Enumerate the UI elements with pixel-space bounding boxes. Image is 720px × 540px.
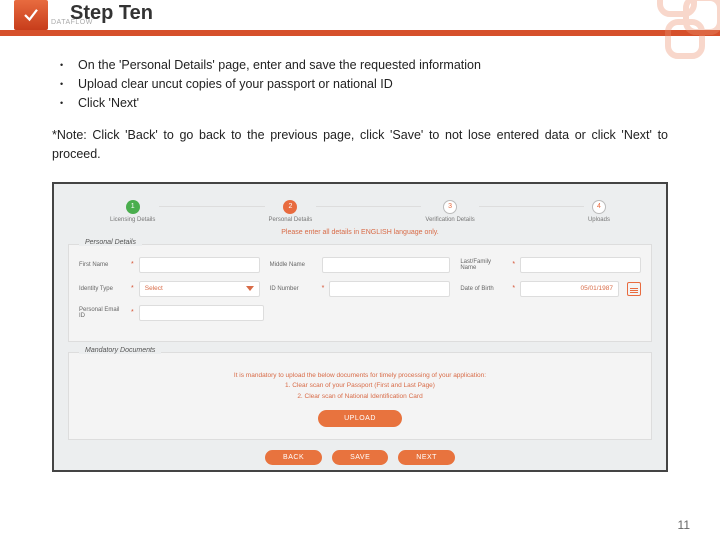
wizard-stepper: 1 Licensing Details 2 Personal Details 3…: [110, 200, 610, 223]
required-icon: *: [131, 285, 134, 292]
dob-label: Date of Birth: [460, 286, 508, 292]
step-circle: 2: [283, 200, 297, 214]
page-number: 11: [678, 518, 690, 532]
note-text: *Note: Click 'Back' to go back to the pr…: [52, 126, 668, 164]
panel-legend: Personal Details: [79, 239, 142, 246]
calendar-icon[interactable]: [627, 282, 641, 296]
required-icon: *: [512, 261, 515, 268]
identity-type-select[interactable]: Select: [139, 281, 260, 297]
save-button[interactable]: SAVE: [332, 450, 388, 465]
slide-content: On the 'Personal Details' page, enter an…: [0, 36, 720, 472]
last-name-label: Last/Family Name: [460, 259, 508, 271]
step-licensing[interactable]: 1 Licensing Details: [110, 200, 155, 223]
step-personal[interactable]: 2 Personal Details: [269, 200, 313, 223]
header-decoration: [610, 0, 720, 60]
id-number-label: ID Number: [270, 286, 318, 292]
step-label: Personal Details: [269, 217, 313, 223]
step-label: Licensing Details: [110, 217, 155, 223]
identity-type-label: Identity Type: [79, 286, 127, 292]
step-label: Uploads: [588, 217, 610, 223]
instruction-item: Upload clear uncut copies of your passpo…: [52, 75, 668, 94]
slide-header: DATAFLOW Step Ten: [0, 0, 720, 36]
last-name-input[interactable]: [520, 257, 641, 273]
instruction-list: On the 'Personal Details' page, enter an…: [52, 56, 668, 112]
upload-button[interactable]: UPLOAD: [318, 410, 402, 427]
first-name-label: First Name: [79, 262, 127, 268]
page-title: Step Ten: [70, 2, 153, 25]
dob-input[interactable]: 05/01/1987: [520, 281, 619, 297]
step-verification[interactable]: 3 Verification Details: [425, 200, 474, 223]
checkmark-icon: [22, 6, 40, 24]
step-circle: 1: [126, 200, 140, 214]
mandatory-documents-panel: Mandatory Documents It is mandatory to u…: [68, 352, 652, 440]
step-circle: 4: [592, 200, 606, 214]
personal-details-panel: Personal Details First Name* Middle Name…: [68, 244, 652, 342]
panel-legend: Mandatory Documents: [79, 347, 161, 354]
first-name-input[interactable]: [139, 257, 260, 273]
middle-name-label: Middle Name: [270, 262, 318, 268]
embedded-screenshot: 1 Licensing Details 2 Personal Details 3…: [52, 182, 668, 472]
required-icon: *: [131, 261, 134, 268]
email-input[interactable]: [139, 305, 265, 321]
middle-name-input[interactable]: [322, 257, 451, 273]
step-line: [159, 206, 264, 207]
required-icon: *: [322, 285, 325, 292]
mandatory-line: 2. Clear scan of National Identification…: [79, 392, 641, 402]
step-uploads[interactable]: 4 Uploads: [588, 200, 610, 223]
back-button[interactable]: BACK: [265, 450, 322, 465]
dob-value: 05/01/1987: [580, 285, 613, 292]
instruction-item: Click 'Next': [52, 94, 668, 113]
select-value: Select: [145, 285, 163, 292]
brand-logo: [14, 0, 48, 30]
language-note: Please enter all details in ENGLISH lang…: [68, 229, 652, 236]
chevron-down-icon: [246, 286, 254, 291]
next-button[interactable]: NEXT: [398, 450, 455, 465]
id-number-input[interactable]: [329, 281, 450, 297]
footer-buttons: BACK SAVE NEXT: [68, 450, 652, 465]
mandatory-line: 1. Clear scan of your Passport (First an…: [79, 381, 641, 391]
instruction-item: On the 'Personal Details' page, enter an…: [52, 56, 668, 75]
mandatory-text: It is mandatory to upload the below docu…: [79, 371, 641, 402]
required-icon: *: [512, 285, 515, 292]
step-line: [316, 206, 421, 207]
mandatory-line: It is mandatory to upload the below docu…: [79, 371, 641, 381]
step-circle: 3: [443, 200, 457, 214]
email-label: Personal Email ID: [79, 307, 127, 319]
required-icon: *: [131, 309, 134, 316]
step-label: Verification Details: [425, 217, 474, 223]
step-line: [479, 206, 584, 207]
